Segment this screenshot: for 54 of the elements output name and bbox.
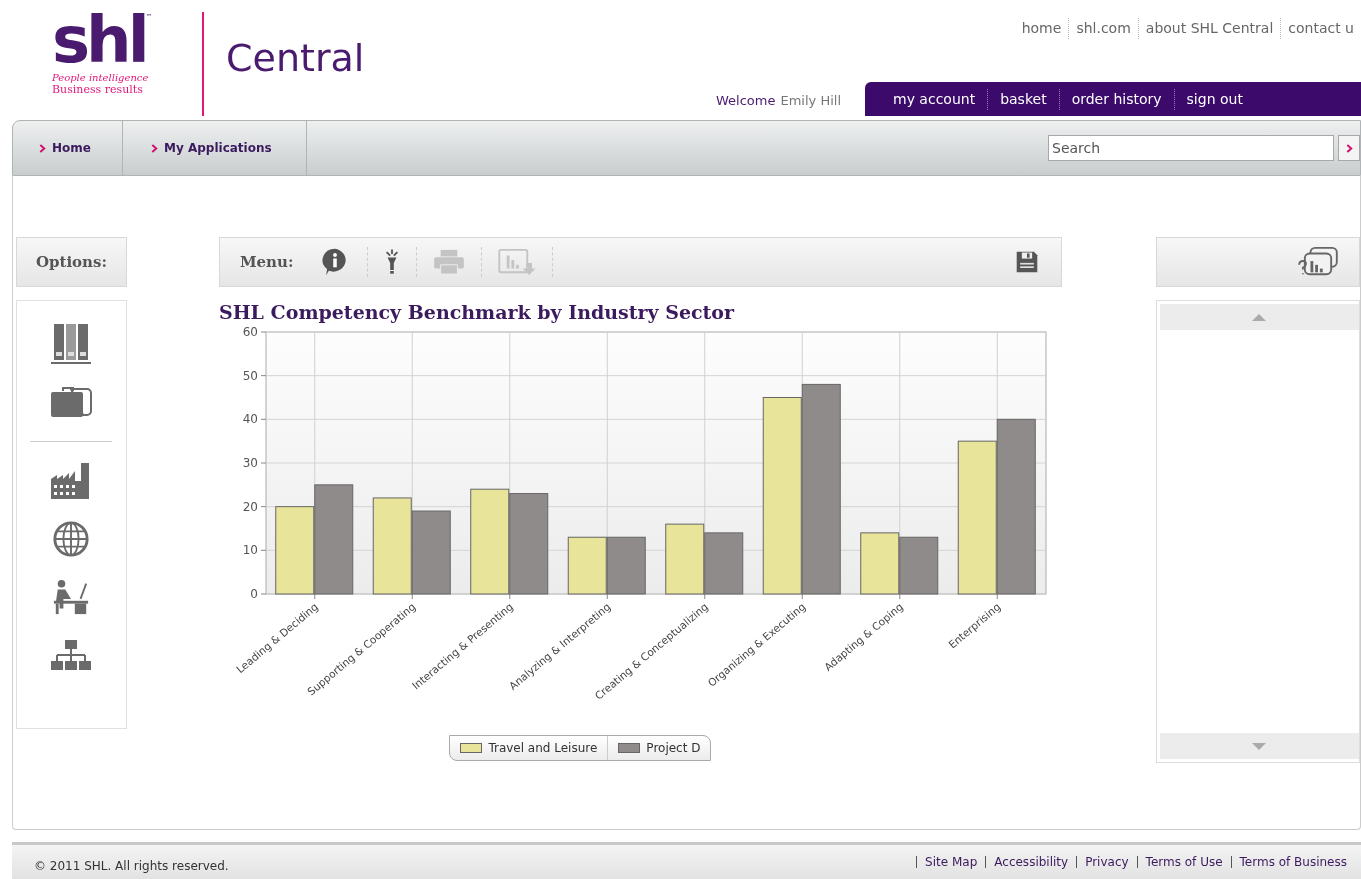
chart-title: SHL Competency Benchmark by Industry Sector	[218, 300, 736, 324]
person-at-desk-icon[interactable]	[52, 578, 91, 616]
chevron-icon	[151, 143, 158, 153]
footer-link[interactable]: Privacy	[1076, 856, 1129, 868]
logo-tagline: People intelligence	[52, 72, 150, 84]
footer-link[interactable]: Terms of Business	[1230, 856, 1347, 868]
legend-label: Project D	[646, 740, 701, 757]
axis-label: 20	[242, 499, 258, 514]
axis-label: 30	[242, 456, 258, 470]
axis-label: 10	[242, 543, 258, 558]
briefcase-icon[interactable]	[49, 385, 94, 419]
axis-label: 60	[242, 325, 258, 339]
bar	[704, 532, 744, 595]
down-triangle-icon	[1252, 742, 1267, 750]
bar	[606, 536, 646, 595]
footer-link[interactable]: Site Map	[916, 856, 978, 868]
top-link[interactable]: shl.com	[1068, 18, 1138, 39]
product-name: Central	[226, 36, 365, 80]
user-name: Emily Hill	[780, 91, 841, 110]
options-label: Options:	[35, 251, 107, 273]
chevron-icon	[39, 143, 46, 153]
bar	[567, 536, 607, 595]
nav-item[interactable]: Home	[13, 121, 123, 175]
nav-item[interactable]: My Applications	[123, 121, 307, 175]
bar	[665, 523, 705, 595]
chevron-icon	[1345, 143, 1353, 153]
bar	[860, 532, 900, 595]
account-link[interactable]: basket	[987, 88, 1059, 110]
legend-label: Travel and Leisure	[488, 740, 598, 757]
top-link[interactable]: about SHL Central	[1137, 18, 1281, 39]
top-link[interactable]: contact u	[1280, 18, 1361, 39]
footer-link[interactable]: Accessibility	[985, 856, 1069, 868]
axis-label: 50	[242, 368, 258, 383]
copyright-text: © 2011 SHL. All rights reserved.	[34, 858, 229, 875]
menu-label: Menu:	[239, 251, 294, 273]
logo-tagline: Business results	[52, 84, 144, 96]
up-triangle-icon	[1252, 313, 1267, 321]
hierarchy-icon[interactable]	[51, 639, 92, 671]
account-link[interactable]: order history	[1058, 88, 1174, 110]
axis-label: 0	[250, 587, 258, 601]
logo-mark: shl	[52, 8, 146, 72]
footer-link[interactable]: Terms of Use	[1136, 856, 1223, 868]
bar	[899, 536, 939, 595]
search-field[interactable]: Search	[1048, 135, 1334, 161]
save-icon[interactable]	[1014, 250, 1039, 274]
account-link[interactable]: sign out	[1173, 88, 1255, 110]
welcome-label: Welcome	[716, 91, 776, 110]
top-link[interactable]: home	[1014, 18, 1069, 39]
globe-icon[interactable]	[52, 520, 91, 558]
axis-label: 40	[242, 412, 258, 427]
account-link[interactable]: my account	[881, 88, 988, 110]
binders-icon[interactable]	[51, 322, 92, 366]
chart-help-icon[interactable]	[1297, 246, 1339, 278]
search-button[interactable]	[1338, 135, 1360, 161]
